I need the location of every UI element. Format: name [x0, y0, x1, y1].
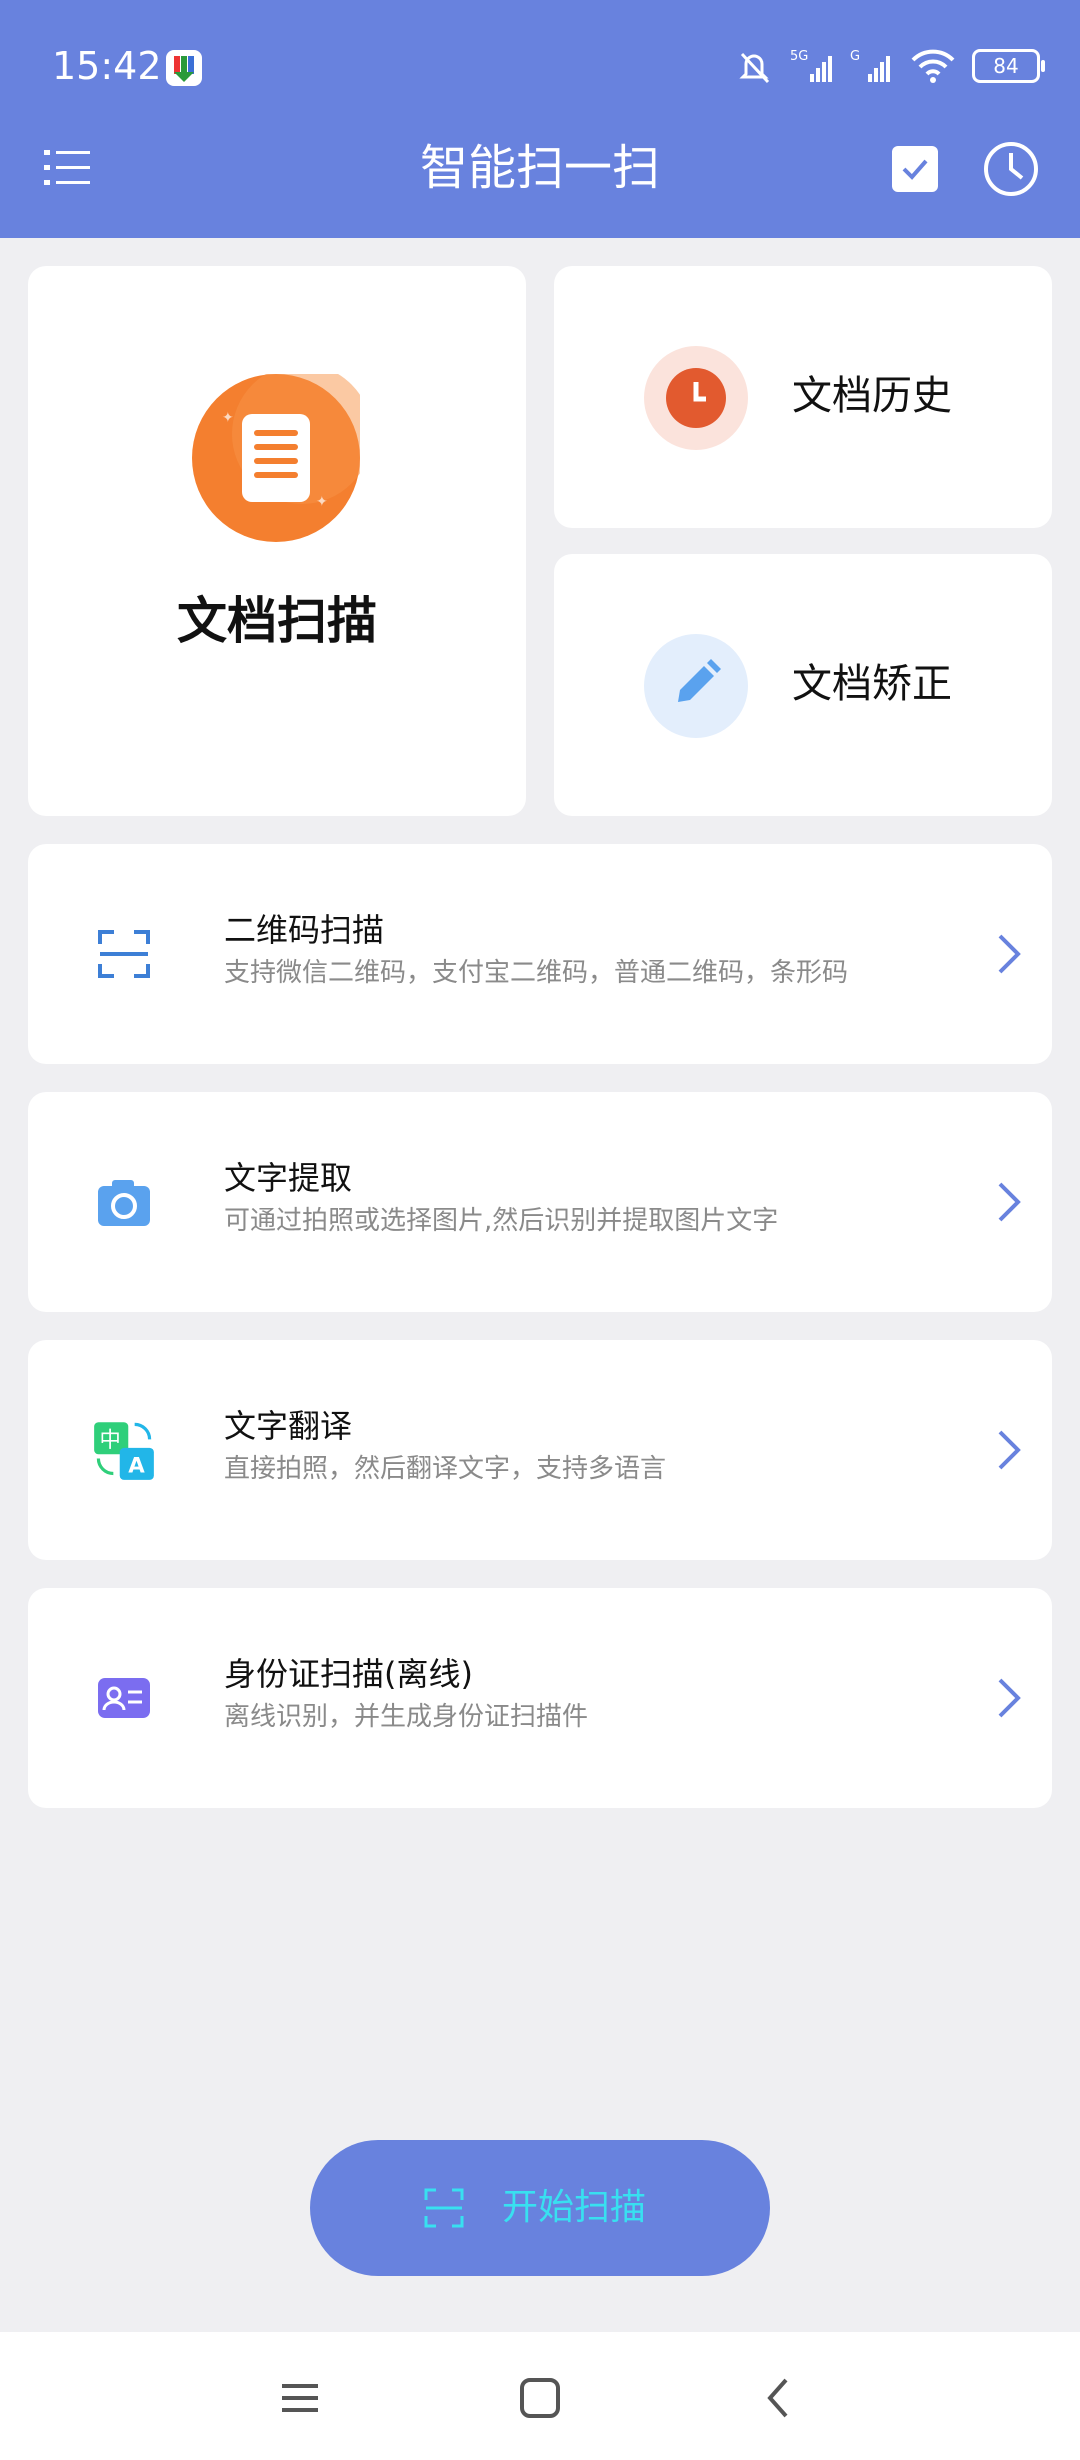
signal-g-icon: G [850, 49, 890, 82]
list-item-subtitle: 支持微信二维码，支付宝二维码，普通二维码，条形码 [224, 958, 849, 988]
start-scan-label: 开始扫描 [502, 2187, 647, 2228]
checkbox-icon[interactable] [892, 146, 938, 192]
wifi-icon [911, 49, 955, 83]
list-item-subtitle: 离线识别，并生成身份证扫描件 [224, 1702, 589, 1732]
battery-icon: 84 [972, 49, 1045, 83]
svg-text:G: G [850, 49, 860, 64]
svg-text:5G: 5G [790, 49, 808, 64]
doc-correct-card[interactable]: 文档矫正 [554, 554, 1052, 816]
status-time: 15:42 [52, 44, 162, 88]
qr-scan-icon [98, 930, 150, 978]
chevron-right-icon [998, 1678, 1021, 1718]
home-icon[interactable] [516, 2374, 564, 2422]
svg-text:中: 中 [99, 1428, 120, 1453]
mute-bell-icon [739, 52, 770, 84]
list-item-title: 文字提取 [224, 1159, 353, 1197]
svg-text:A: A [128, 1453, 145, 1478]
doc-scan-label: 文档扫描 [177, 592, 377, 650]
id-card-icon [98, 1678, 150, 1718]
document-icon: ✦ ✦ [192, 374, 360, 542]
doc-history-card[interactable]: 文档历史 [554, 266, 1052, 528]
svg-text:✦: ✦ [222, 410, 234, 426]
list-item-title: 文字翻译 [224, 1407, 353, 1445]
system-nav-bar [0, 2332, 1080, 2460]
list-item-translate[interactable]: 中 A 文字翻译 直接拍照，然后翻译文字，支持多语言 [28, 1340, 1052, 1560]
list-item-title: 二维码扫描 [224, 911, 385, 949]
history-clock-icon[interactable] [982, 140, 1040, 198]
list-item-qr-scan[interactable]: 二维码扫描 支持微信二维码，支付宝二维码，普通二维码，条形码 [28, 844, 1052, 1064]
back-icon[interactable] [756, 2374, 804, 2422]
translate-icon: 中 A [94, 1422, 154, 1480]
doc-scan-card[interactable]: ✦ ✦ 文档扫描 [28, 266, 526, 816]
app-header: 15:42 5G G 84 智能扫一扫 [0, 0, 1080, 238]
signal-5g-icon: 5G [790, 49, 832, 82]
app-notification-icon [166, 50, 202, 86]
recent-apps-icon[interactable] [276, 2374, 324, 2422]
chevron-right-icon [998, 1430, 1021, 1470]
chevron-right-icon [998, 1182, 1021, 1222]
list-item-subtitle: 可通过拍照或选择图片,然后识别并提取图片文字 [224, 1206, 779, 1236]
svg-text:✦: ✦ [316, 494, 328, 510]
status-icons: 5G G 84 [734, 44, 1045, 88]
list-item-id-scan[interactable]: 身份证扫描(离线) 离线识别，并生成身份证扫描件 [28, 1588, 1052, 1808]
list-item-text-extract[interactable]: 文字提取 可通过拍照或选择图片,然后识别并提取图片文字 [28, 1092, 1052, 1312]
doc-correct-label: 文档矫正 [792, 661, 952, 707]
camera-icon [98, 1180, 150, 1226]
list-item-title: 身份证扫描(离线) [224, 1655, 473, 1693]
clock-icon [644, 346, 748, 450]
pencil-icon [644, 634, 748, 738]
doc-history-label: 文档历史 [792, 373, 952, 419]
start-scan-button[interactable]: 开始扫描 [310, 2140, 770, 2276]
chevron-right-icon [998, 934, 1021, 974]
scan-frame-icon [424, 2188, 464, 2228]
list-item-subtitle: 直接拍照，然后翻译文字，支持多语言 [224, 1454, 667, 1484]
